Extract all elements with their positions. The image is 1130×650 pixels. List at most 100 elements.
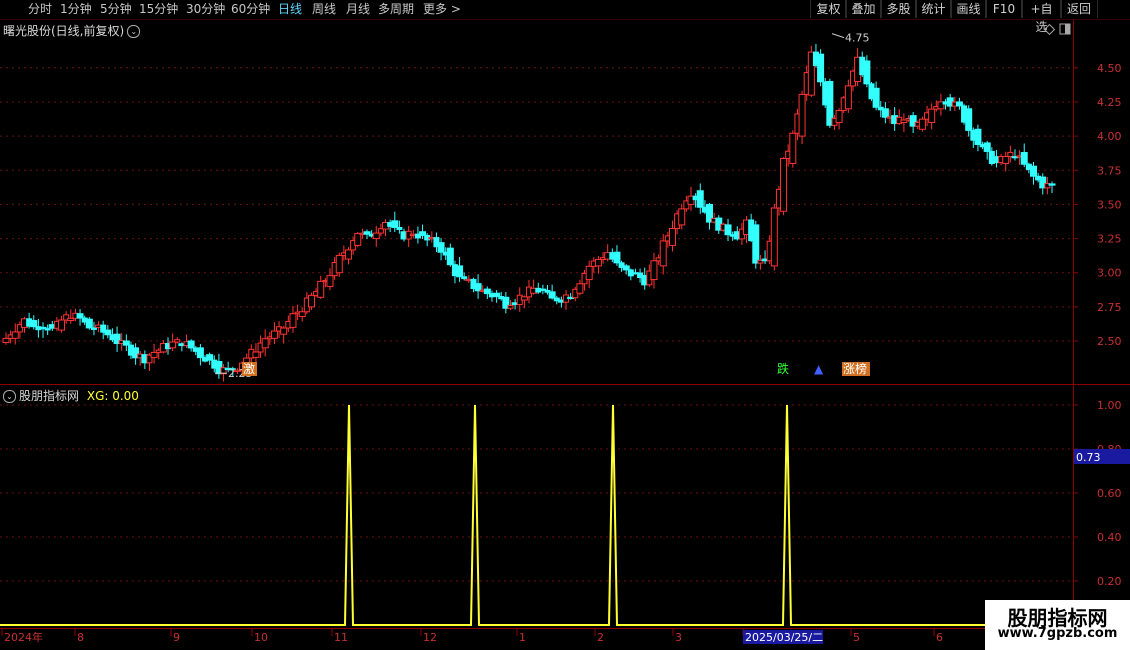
- candle-body: [261, 338, 269, 349]
- current-value-label: 0.73: [1076, 451, 1101, 464]
- candle-body: [752, 224, 760, 264]
- candle-body: [844, 85, 852, 110]
- time-label-0: 2024年: [4, 630, 43, 644]
- candle-body: [461, 276, 468, 280]
- candle-body: [493, 292, 501, 298]
- candle-body: [548, 291, 556, 299]
- candle-body: [585, 265, 593, 281]
- candle-body: [817, 53, 825, 83]
- candle-body: [798, 93, 806, 137]
- marker-2: ▲: [814, 362, 824, 376]
- candle-body: [770, 207, 778, 267]
- candle-body: [881, 108, 889, 118]
- candle-body: [474, 283, 482, 292]
- candle-body: [983, 142, 991, 152]
- candle-body: [396, 227, 403, 230]
- indicator-title: ⌄ 股朋指标网 XG: 0.00: [3, 387, 139, 404]
- stock-title: 曙光股份(日线,前复权) ⌄: [3, 22, 141, 39]
- candle-body: [483, 288, 491, 295]
- candle-body: [456, 265, 464, 278]
- candle-body: [354, 233, 362, 246]
- candle-body: [789, 132, 797, 164]
- candle-body: [1007, 151, 1014, 157]
- candle-body: [1048, 183, 1056, 186]
- candle-body: [344, 249, 352, 260]
- chevron-down-icon[interactable]: ⌄: [127, 25, 141, 38]
- candle-body: [678, 208, 686, 226]
- high-price-label: 4.75: [845, 32, 870, 45]
- candle-body: [668, 228, 676, 246]
- watermark-url: www.7gpzb.com: [997, 626, 1118, 641]
- price-tick-label-3: 3.25: [1097, 233, 1122, 246]
- time-label-2: 9: [173, 631, 180, 644]
- time-label-6: 1: [519, 631, 526, 644]
- candle-body: [1029, 165, 1037, 177]
- marker-1: 跌: [777, 361, 789, 376]
- xg-line: [0, 404, 1073, 626]
- candle-body: [1020, 152, 1028, 165]
- indicator-name: 股朋指标网: [19, 389, 80, 403]
- time-label-7: 2: [597, 631, 604, 644]
- candle-body: [317, 280, 325, 298]
- candle-body: [872, 87, 880, 108]
- candle-body: [150, 351, 158, 358]
- ind-tick-label-3: 0.40: [1097, 531, 1122, 544]
- candle-body: [44, 328, 51, 331]
- time-label-5: 12: [423, 631, 437, 644]
- marker-0: 激: [243, 362, 255, 376]
- candle-body: [289, 313, 297, 328]
- candle-body: [650, 260, 658, 281]
- watermark: 股朋指标网 www.7gpzb.com: [985, 600, 1130, 650]
- time-label-10: 5: [853, 631, 860, 644]
- ind-tick-label-2: 0.60: [1097, 487, 1122, 500]
- diamond-icon: [1043, 23, 1056, 36]
- candle-body: [196, 347, 204, 359]
- candle-body: [90, 327, 97, 330]
- candle-body: [169, 341, 177, 349]
- time-label-3: 10: [254, 631, 268, 644]
- candle-body: [270, 330, 278, 339]
- candle-body: [863, 60, 871, 85]
- candle-body: [11, 331, 19, 339]
- price-tick-label-7: 4.25: [1097, 96, 1122, 109]
- candle-body: [696, 190, 704, 208]
- time-label-8: 3: [675, 631, 682, 644]
- candle-body: [174, 339, 181, 343]
- ind-tick-label-0: 1.00: [1097, 399, 1122, 412]
- chart-canvas: 2.502.753.003.253.503.754.004.254.502.25…: [0, 20, 1130, 644]
- candle-body: [372, 232, 380, 240]
- candle-body: [58, 319, 66, 331]
- candle-body: [307, 294, 315, 308]
- pane-separator: [0, 384, 1130, 385]
- candle-body: [928, 108, 936, 123]
- candle-body: [594, 258, 602, 267]
- candle-body: [280, 327, 288, 335]
- xg-value: XG: 0.00: [86, 389, 139, 403]
- price-axis-line: [1073, 20, 1074, 630]
- candle-body: [955, 101, 963, 107]
- candle-body: [76, 313, 84, 319]
- candle-body: [252, 351, 260, 358]
- candle-body: [613, 251, 621, 264]
- price-tick-label-5: 3.75: [1097, 164, 1122, 177]
- candle-body: [437, 242, 445, 253]
- chevron-down-icon[interactable]: ⌄: [3, 390, 16, 403]
- time-label-9: 2025/03/25/二: [745, 631, 823, 644]
- time-label-11: 6: [936, 631, 943, 644]
- price-tick-label-2: 3.00: [1097, 267, 1122, 280]
- stock-title-text: 曙光股份(日线,前复权): [3, 24, 125, 38]
- candle-body: [446, 247, 454, 266]
- candle-body: [918, 118, 926, 130]
- candle-body: [30, 320, 38, 328]
- candle-body: [122, 340, 130, 346]
- candle-body: [298, 311, 306, 317]
- time-label-4: 11: [334, 631, 348, 644]
- marker-3: 涨榜: [843, 361, 867, 376]
- candle-body: [724, 224, 732, 236]
- candle-body: [85, 318, 93, 329]
- candle-body: [780, 158, 788, 212]
- candle-body: [576, 283, 584, 294]
- candle-body: [974, 128, 982, 146]
- ind-tick-label-4: 0.20: [1097, 575, 1122, 588]
- time-label-1: 8: [77, 631, 84, 644]
